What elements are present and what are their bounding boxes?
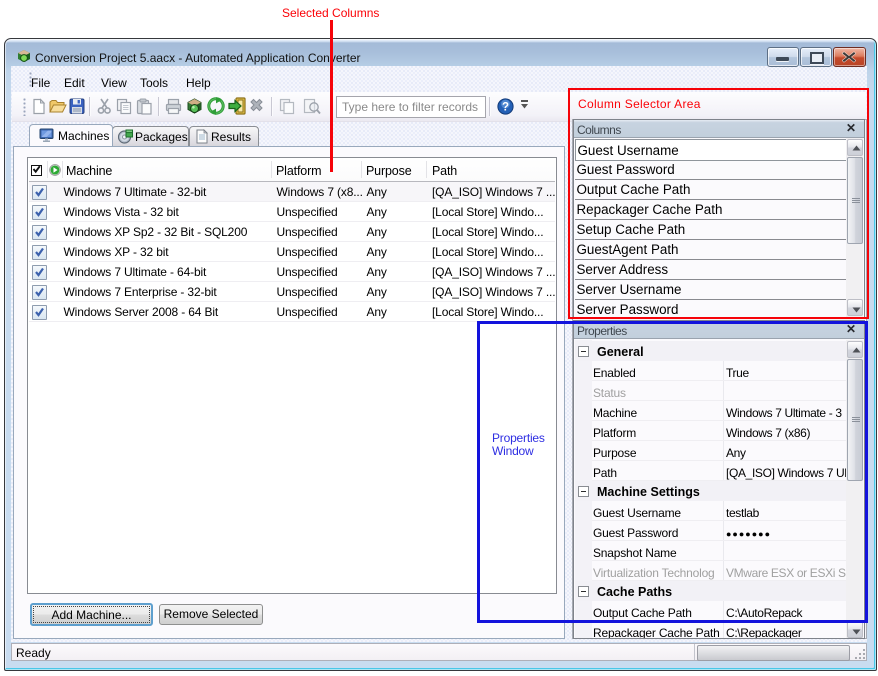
- svg-text:?: ?: [502, 102, 509, 114]
